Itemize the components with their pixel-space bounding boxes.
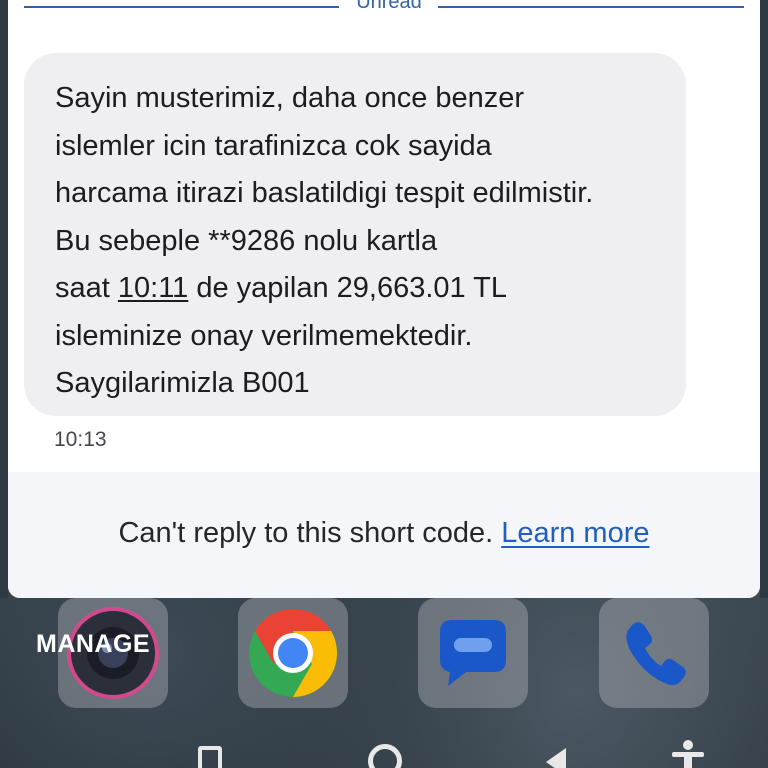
- home-nav-button[interactable]: [368, 744, 402, 768]
- message-text: saat: [55, 272, 118, 304]
- message-line: Saygilarimizla B001: [55, 367, 310, 399]
- divider-line-right: [438, 6, 744, 8]
- time-link[interactable]: 10:11: [118, 272, 188, 304]
- wallpaper-edge-left: [0, 0, 8, 598]
- phone-icon: [626, 622, 686, 686]
- messages-icon: [440, 620, 506, 686]
- message-text: de yapilan 29,663.01 TL: [196, 272, 508, 304]
- message-timestamp: 10:13: [54, 428, 107, 451]
- message-line: isleminize onay verilmemektedir.: [55, 319, 473, 352]
- chrome-app-button[interactable]: [238, 598, 348, 708]
- reply-disabled-footer: Can't reply to this short code. Learn mo…: [8, 472, 760, 598]
- message-line-with-time: saat 10:11 de yapilan 29,663.01 TL: [55, 265, 656, 313]
- message-line: harcama itirazi baslatildigi tespit edil…: [55, 177, 594, 209]
- back-icon: [546, 748, 566, 768]
- unread-label: Unread: [356, 0, 422, 13]
- accessibility-icon: [672, 740, 704, 768]
- message-line: Sayin musterimiz, daha once benzer: [55, 82, 525, 114]
- back-nav-button[interactable]: [542, 746, 570, 768]
- cannot-reply-text: Can't reply to this short code.: [118, 517, 494, 549]
- message-line: islemler icin tarafinizca cok sayida: [55, 129, 492, 162]
- recents-nav-button[interactable]: [198, 746, 222, 768]
- manage-label[interactable]: MANAGE: [36, 630, 150, 659]
- divider-line-left: [24, 6, 339, 8]
- message-line: Bu sebeple **9286 nolu kartla: [55, 224, 438, 257]
- unread-divider: Unread: [24, 0, 744, 16]
- accessibility-nav-button[interactable]: [670, 738, 706, 768]
- footer-text: Can't reply to this short code. Learn mo…: [8, 517, 760, 550]
- messages-app-button[interactable]: [418, 598, 528, 708]
- learn-more-link[interactable]: Learn more: [501, 517, 649, 549]
- message-thread-card: Unread Sayin musterimiz, daha once benze…: [8, 0, 760, 598]
- message-bubble[interactable]: Sayin musterimiz, daha once benzer islem…: [24, 53, 686, 416]
- wallpaper-edge-right: [760, 0, 768, 598]
- phone-app-button[interactable]: [599, 598, 709, 708]
- chrome-icon: [249, 609, 337, 697]
